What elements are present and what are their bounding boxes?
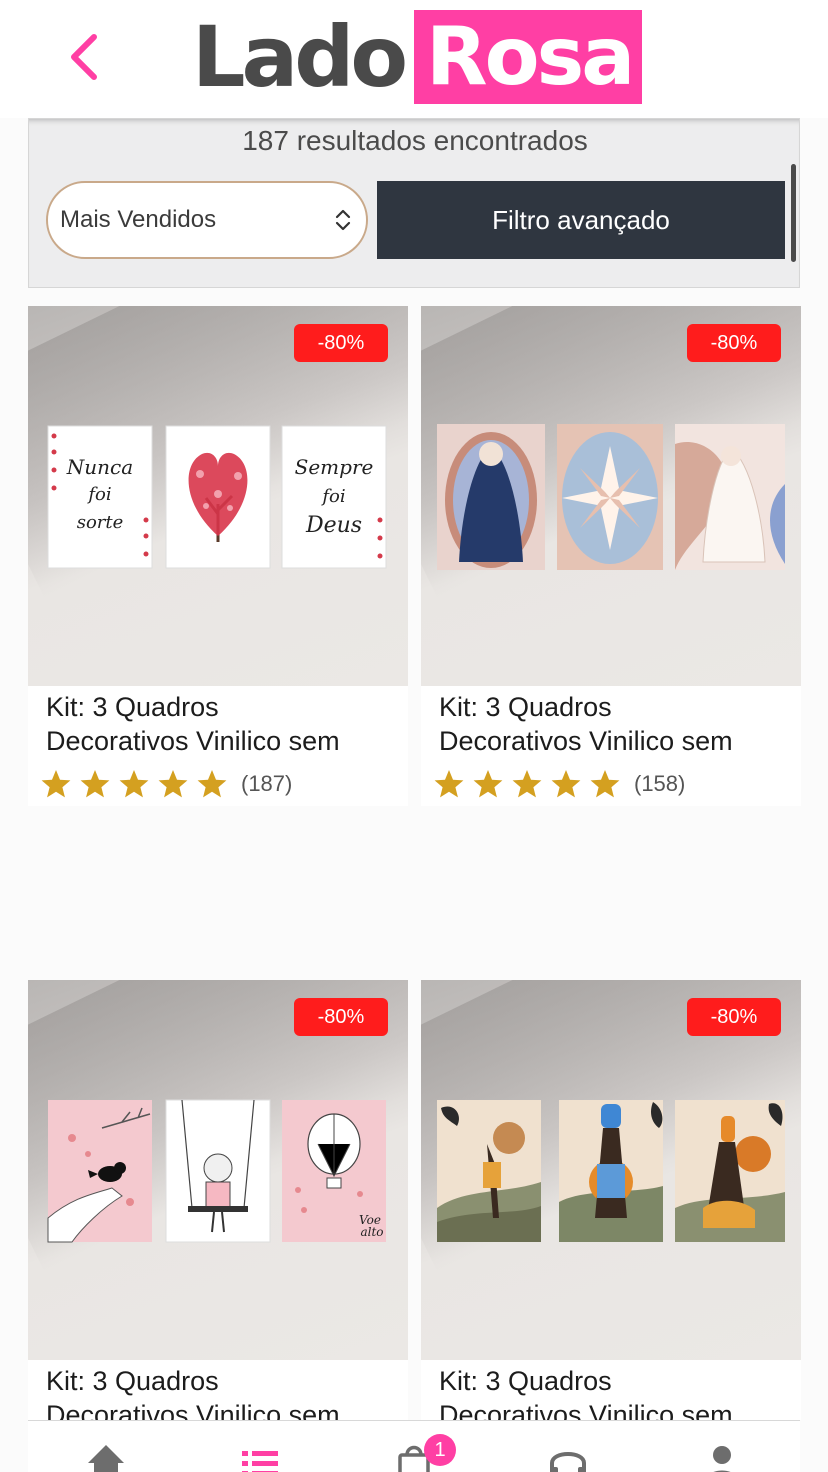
review-count: (158) <box>634 771 686 796</box>
star-icon <box>158 770 188 798</box>
back-button[interactable] <box>58 28 108 86</box>
star-icon <box>512 770 542 798</box>
list-icon <box>242 1451 278 1472</box>
logo-text-rosa: Rosa <box>414 10 643 104</box>
product-artwork: Voe alto <box>47 1099 386 1243</box>
bottom-navigation <box>28 1420 800 1472</box>
product-title-line2: Decorativos Vinilico sem <box>439 726 733 756</box>
advanced-filter-button[interactable]: Filtro avançado <box>377 181 785 259</box>
star-icon <box>473 770 503 798</box>
discount-badge: -80% <box>687 998 781 1036</box>
product-title-line1: Kit: 3 Quadros <box>46 692 219 722</box>
select-chevrons-icon <box>335 209 351 231</box>
discount-badge: -80% <box>294 324 388 362</box>
results-count: 187 resultados encontrados <box>242 125 588 156</box>
product-artwork <box>437 1100 785 1242</box>
discount-badge: -80% <box>687 324 781 362</box>
headset-icon <box>550 1452 586 1472</box>
product-title-line1: Kit: 3 Quadros <box>439 692 612 722</box>
cart-count-badge: 1 <box>424 1434 456 1466</box>
artwork-text-left-3: sorte <box>77 512 124 533</box>
logo-text-lado: Lado <box>192 8 408 106</box>
scrollbar[interactable] <box>791 164 796 262</box>
discount-badge: -80% <box>294 998 388 1036</box>
product-title-line1: Kit: 3 Quadros <box>46 1366 219 1396</box>
star-icon <box>197 770 227 798</box>
product-image[interactable]: -80% <box>421 306 801 686</box>
star-icon <box>434 770 464 798</box>
results-toolbar: 187 resultados encontrados Mais Vendidos… <box>28 118 800 288</box>
product-title-line2: Decorativos Vinilico sem <box>46 726 340 756</box>
artwork-text-right-1: Sempre <box>295 455 374 479</box>
product-title[interactable]: Kit: 3 Quadros Decorativos Vinilico sem <box>46 690 396 758</box>
artwork-text-left-1: Nunca <box>66 455 133 479</box>
sort-select[interactable]: Mais Vendidos <box>46 181 368 259</box>
user-icon <box>713 1446 731 1472</box>
artwork-text-right-2: foi <box>320 486 345 507</box>
star-icon <box>119 770 149 798</box>
product-card[interactable]: -80% Kit: 3 Quadros Decorativos Vinilico… <box>421 306 801 806</box>
home-icon <box>88 1445 124 1472</box>
product-image[interactable]: Nunca foi sorte Sempre foi Deus -80% <box>28 306 408 686</box>
nav-support[interactable] <box>546 1441 590 1472</box>
brand-logo[interactable]: Lado Rosa <box>192 8 643 106</box>
product-image[interactable]: Voe alto -80% <box>28 980 408 1360</box>
product-title-line1: Kit: 3 Quadros <box>439 1366 612 1396</box>
product-listing-screen: Lado Rosa 187 resultados encontrados Mai… <box>0 0 828 1472</box>
chevron-left-icon <box>71 34 97 80</box>
product-image[interactable]: -80% <box>421 980 801 1360</box>
nav-account[interactable] <box>700 1441 744 1472</box>
product-title[interactable]: Kit: 3 Quadros Decorativos Vinilico sem <box>439 690 789 758</box>
product-card[interactable]: Nunca foi sorte Sempre foi Deus -80% Kit… <box>28 306 408 806</box>
product-rating: (158) <box>433 768 685 800</box>
product-card[interactable]: -80% Kit: 3 Quadros Decorativos Vinilico… <box>421 980 801 1430</box>
nav-home[interactable] <box>84 1441 128 1472</box>
artwork-text-left-2: foi <box>86 484 111 505</box>
star-icon <box>41 770 71 798</box>
star-icon <box>80 770 110 798</box>
sort-selected-value: Mais Vendidos <box>60 206 217 233</box>
review-count: (187) <box>241 771 293 796</box>
product-rating: (187) <box>40 768 292 800</box>
product-artwork: Nunca foi sorte Sempre foi Deus <box>47 425 387 569</box>
product-card[interactable]: Voe alto -80% Kit: 3 Quadros Decorativos… <box>28 980 408 1430</box>
nav-list[interactable] <box>238 1441 282 1472</box>
star-icon <box>551 770 581 798</box>
product-artwork <box>437 424 785 570</box>
app-header: Lado Rosa <box>0 0 828 118</box>
artwork-text-right-2: alto <box>360 1225 383 1239</box>
star-icon <box>590 770 620 798</box>
artwork-text-right-3: Deus <box>305 513 362 538</box>
